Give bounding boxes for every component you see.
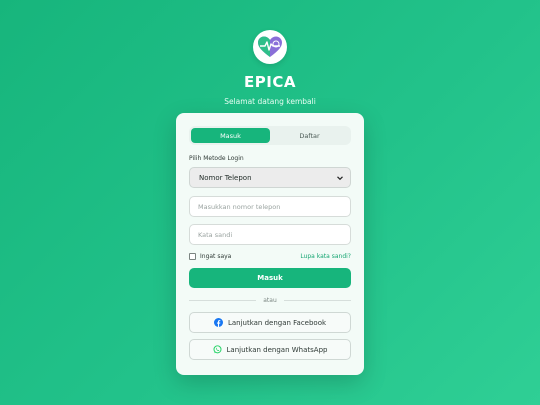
tab-masuk[interactable]: Masuk [191,128,270,143]
login-method-label: Pilih Metode Login [189,155,244,162]
whatsapp-login-label: Lanjutkan dengan WhatsApp [226,345,328,354]
app-logo [253,30,287,64]
divider-text: atau [263,297,277,304]
brand-header: EPICA Selamat datang kembali [0,30,540,106]
app-subtitle: Selamat datang kembali [224,97,316,106]
divider-line-right [283,300,352,301]
chevron-down-icon [337,175,343,180]
remember-me[interactable]: Ingat saya [189,253,231,260]
phone-input[interactable] [189,196,351,217]
facebook-login-label: Lanjutkan dengan Facebook [227,318,327,327]
remember-checkbox[interactable] [189,253,196,260]
whatsapp-login-button[interactable]: Lanjutkan dengan WhatsApp [189,339,351,360]
or-divider: atau [189,297,352,304]
facebook-login-button[interactable]: Lanjutkan dengan Facebook [189,312,351,333]
facebook-icon [213,318,223,327]
heart-pulse-logo-icon [258,36,282,57]
login-method-value: Nomor Telepon [199,173,252,182]
app-title: EPICA [244,73,296,91]
options-row: Ingat saya Lupa kata sandi? [189,253,351,260]
remember-label: Ingat saya [200,253,232,260]
tab-daftar[interactable]: Daftar [270,128,349,143]
login-button[interactable]: Masuk [189,268,351,288]
login-card: Masuk Daftar Pilih Metode Login Nomor Te… [176,113,364,375]
password-input[interactable] [189,224,351,245]
login-method-select[interactable]: Nomor Telepon [189,167,351,188]
forgot-password-link[interactable]: Lupa kata sandi? [300,253,351,260]
auth-tabs: Masuk Daftar [189,126,351,145]
whatsapp-icon [213,345,222,354]
divider-line-left [189,300,257,301]
